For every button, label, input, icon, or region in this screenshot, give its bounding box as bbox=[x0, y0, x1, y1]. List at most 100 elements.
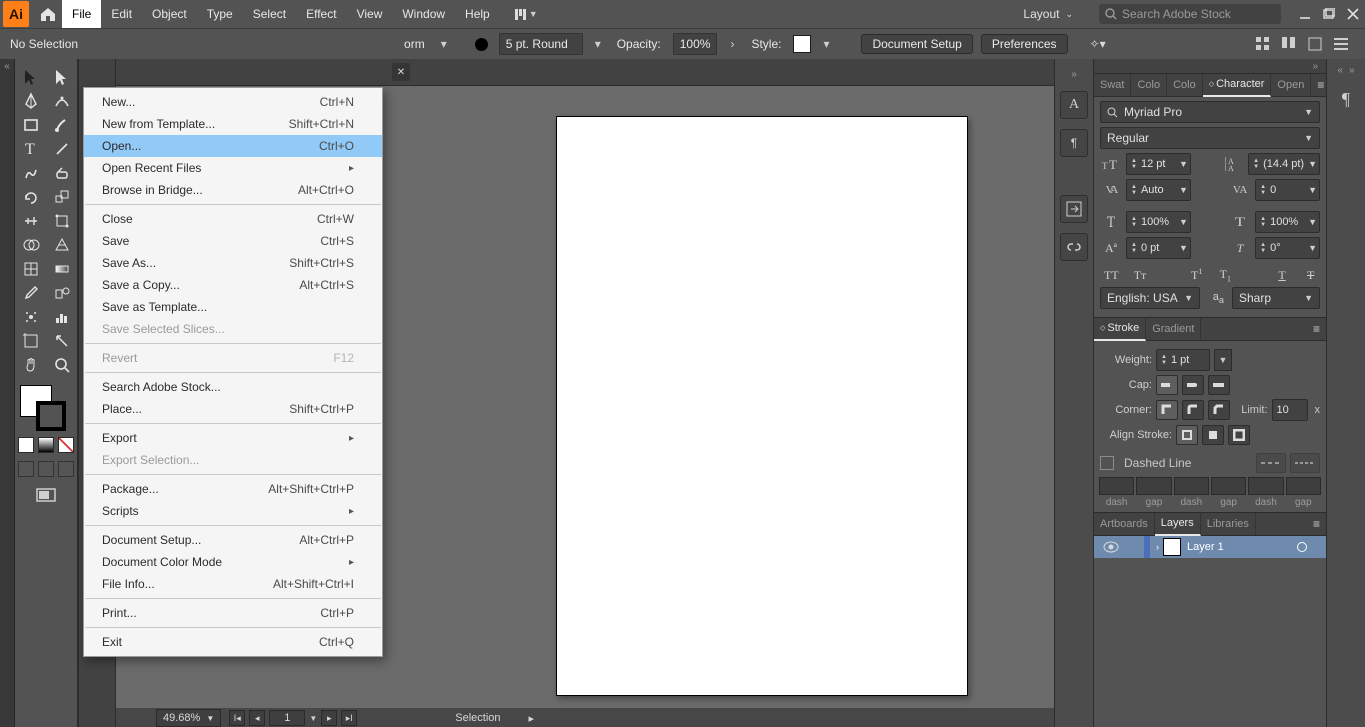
collapse-left-icon[interactable]: « bbox=[1337, 65, 1343, 76]
artboard[interactable] bbox=[556, 116, 968, 696]
dash-field[interactable]: dash bbox=[1175, 477, 1208, 508]
kerning-field[interactable]: ▲▼Auto▼ bbox=[1126, 179, 1191, 201]
layout-selector[interactable]: Layout ⌄ bbox=[1015, 0, 1081, 28]
preferences-button[interactable]: Preferences bbox=[981, 34, 1068, 54]
baseline-field[interactable]: ▲▼0 pt▼ bbox=[1126, 237, 1191, 259]
menu-item-save-as[interactable]: Save As...Shift+Ctrl+S bbox=[84, 252, 382, 274]
workspace-switcher-icon[interactable] bbox=[515, 9, 526, 20]
tab-colo[interactable]: Colo bbox=[1131, 74, 1167, 96]
menu-item-save[interactable]: SaveCtrl+S bbox=[84, 230, 382, 252]
maximize-button[interactable] bbox=[1317, 2, 1341, 26]
menu-item-place[interactable]: Place...Shift+Ctrl+P bbox=[84, 398, 382, 420]
cap-round-icon[interactable] bbox=[1182, 375, 1204, 395]
list-icon[interactable] bbox=[1333, 36, 1349, 52]
layer-name[interactable]: Layer 1 bbox=[1187, 541, 1224, 553]
dock-icon[interactable] bbox=[1281, 36, 1297, 52]
tracking-field[interactable]: ▲▼0▼ bbox=[1255, 179, 1320, 201]
shape-builder-tool[interactable] bbox=[15, 233, 46, 257]
blend-tool[interactable] bbox=[46, 281, 77, 305]
dash-field[interactable]: dash bbox=[1249, 477, 1282, 508]
subscript-icon[interactable]: T1 bbox=[1216, 267, 1235, 283]
menu-item-export[interactable]: Export▸ bbox=[84, 427, 382, 449]
menu-item-browse-in-bridge[interactable]: Browse in Bridge...Alt+Ctrl+O bbox=[84, 179, 382, 201]
visibility-icon[interactable] bbox=[1094, 541, 1128, 553]
slice-tool[interactable] bbox=[46, 329, 77, 353]
menu-window[interactable]: Window bbox=[392, 0, 455, 28]
document-setup-button[interactable]: Document Setup bbox=[861, 34, 972, 54]
rectangle-tool[interactable] bbox=[15, 113, 46, 137]
page-field[interactable]: 1 bbox=[269, 710, 305, 726]
menu-item-new[interactable]: New...Ctrl+N bbox=[84, 91, 382, 113]
allcaps-icon[interactable]: TT bbox=[1102, 268, 1121, 283]
mesh-tool[interactable] bbox=[15, 257, 46, 281]
graph-tool[interactable] bbox=[46, 305, 77, 329]
width-tool[interactable] bbox=[15, 209, 46, 233]
pen-tool[interactable] bbox=[15, 89, 46, 113]
document-tab[interactable]: ✕ bbox=[386, 59, 410, 85]
smallcaps-icon[interactable]: Tᴛ bbox=[1131, 268, 1150, 283]
hscale-field[interactable]: ▲▼100%▼ bbox=[1255, 211, 1320, 233]
paintbrush-tool[interactable] bbox=[46, 113, 77, 137]
corner-miter-icon[interactable] bbox=[1156, 400, 1178, 420]
tab-stroke[interactable]: ◇Stroke bbox=[1094, 317, 1146, 341]
unknown-icon[interactable] bbox=[1307, 36, 1323, 52]
dash-field[interactable]: dash bbox=[1100, 477, 1133, 508]
tab-layers[interactable]: Layers bbox=[1155, 512, 1201, 536]
rotate-tool[interactable] bbox=[15, 185, 46, 209]
dock-expand-icon[interactable]: » bbox=[1055, 67, 1093, 81]
none-mode-icon[interactable] bbox=[58, 437, 74, 453]
menu-type[interactable]: Type bbox=[197, 0, 243, 28]
links-panel-icon[interactable] bbox=[1060, 233, 1088, 261]
corner-bevel-icon[interactable] bbox=[1208, 400, 1230, 420]
panel-menu-icon[interactable]: ≡ bbox=[1307, 517, 1326, 531]
stroke-swatch[interactable] bbox=[36, 401, 66, 431]
chevron-right-icon[interactable]: › bbox=[725, 37, 739, 51]
dash-field[interactable]: gap bbox=[1137, 477, 1170, 508]
paragraph-panel-icon[interactable]: ¶ bbox=[1060, 129, 1088, 157]
menu-item-open-recent-files[interactable]: Open Recent Files▸ bbox=[84, 157, 382, 179]
type-tool[interactable]: T bbox=[15, 137, 46, 161]
tab-swat[interactable]: Swat bbox=[1094, 74, 1131, 96]
prev-page-button[interactable]: ◂ bbox=[249, 710, 265, 726]
chevron-down-icon[interactable]: ▾ bbox=[591, 37, 605, 51]
menu-edit[interactable]: Edit bbox=[101, 0, 142, 28]
chevron-down-icon[interactable]: ▼ bbox=[1214, 349, 1232, 371]
export-panel-icon[interactable] bbox=[1060, 195, 1088, 223]
pin-icon[interactable]: ✧▾ bbox=[1090, 37, 1106, 51]
grid-view-icon[interactable] bbox=[1255, 36, 1271, 52]
menu-item-exit[interactable]: ExitCtrl+Q bbox=[84, 631, 382, 653]
opacity-field[interactable]: 100% bbox=[673, 33, 718, 55]
screen-mode-icon[interactable] bbox=[15, 481, 77, 509]
chevron-down-icon[interactable]: ▾ bbox=[437, 37, 451, 51]
panel-menu-icon[interactable]: ≡ bbox=[1307, 322, 1326, 336]
artboard-tool[interactable] bbox=[15, 329, 46, 353]
color-mode-icon[interactable] bbox=[18, 437, 34, 453]
font-family-combo[interactable]: Myriad Pro▼ bbox=[1100, 101, 1320, 123]
symbol-tool[interactable] bbox=[15, 305, 46, 329]
menu-object[interactable]: Object bbox=[142, 0, 197, 28]
left-collapse-strip[interactable]: « bbox=[0, 59, 15, 727]
underline-icon[interactable]: T bbox=[1273, 268, 1292, 283]
font-style-combo[interactable]: Regular▼ bbox=[1100, 127, 1320, 149]
dashed-checkbox[interactable] bbox=[1100, 456, 1114, 470]
menu-item-close[interactable]: CloseCtrl+W bbox=[84, 208, 382, 230]
menu-help[interactable]: Help bbox=[455, 0, 500, 28]
vscale-field[interactable]: ▲▼100%▼ bbox=[1126, 211, 1191, 233]
first-page-button[interactable]: I◂ bbox=[229, 710, 245, 726]
menu-item-document-color-mode[interactable]: Document Color Mode▸ bbox=[84, 551, 382, 573]
draw-inside-icon[interactable] bbox=[58, 461, 74, 477]
selection-tool[interactable] bbox=[15, 65, 46, 89]
language-combo[interactable]: English: USA▼ bbox=[1100, 287, 1200, 309]
paragraph-icon[interactable]: ¶ bbox=[1334, 87, 1358, 111]
superscript-icon[interactable]: T1 bbox=[1187, 267, 1206, 283]
dash-field[interactable]: gap bbox=[1287, 477, 1320, 508]
minimize-button[interactable] bbox=[1293, 2, 1317, 26]
corner-round-icon[interactable] bbox=[1182, 400, 1204, 420]
hand-tool[interactable] bbox=[15, 353, 46, 377]
antialias-combo[interactable]: Sharp▼ bbox=[1232, 287, 1320, 309]
expand-arrow-icon[interactable]: › bbox=[1156, 542, 1159, 552]
zoom-field[interactable]: 49.68%▼ bbox=[156, 709, 221, 727]
leading-field[interactable]: ▲▼(14.4 pt)▼ bbox=[1248, 153, 1320, 175]
menu-item-search-adobe-stock[interactable]: Search Adobe Stock... bbox=[84, 376, 382, 398]
menu-item-scripts[interactable]: Scripts▸ bbox=[84, 500, 382, 522]
